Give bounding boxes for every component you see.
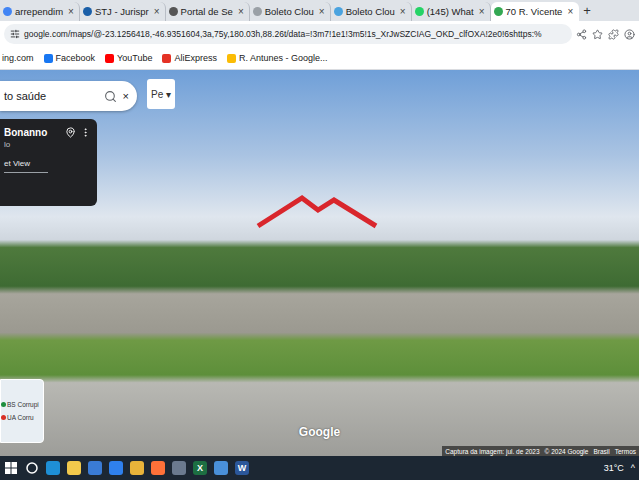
tab-bar: arrependim×STJ - Jurispr×Portal de Se×Bo…	[0, 0, 639, 21]
app-icon[interactable]	[172, 461, 186, 475]
favicon-icon	[3, 7, 12, 16]
star-icon[interactable]	[592, 29, 603, 40]
profile-icon[interactable]	[624, 29, 635, 40]
tab-close-button[interactable]: ×	[477, 6, 487, 17]
browser-tab[interactable]: Portal de Se×	[166, 2, 250, 21]
bookmark-icon	[105, 54, 114, 63]
weather[interactable]: 31°C	[604, 463, 624, 473]
bookmark[interactable]: ing.com	[2, 53, 34, 63]
bookmark[interactable]: Facebook	[44, 53, 96, 63]
explorer-icon[interactable]	[67, 461, 81, 475]
address-bar[interactable]: google.com/maps/@-23.1256418,-46.9351604…	[4, 24, 572, 44]
pin-icon[interactable]	[65, 127, 76, 138]
extensions-icon[interactable]	[608, 29, 619, 40]
clear-button[interactable]: ×	[123, 90, 129, 102]
edge-icon[interactable]	[46, 461, 60, 475]
layers-button[interactable]: Pe▾	[147, 79, 175, 109]
place-title: Bonanno	[4, 127, 61, 138]
favicon-icon	[334, 7, 343, 16]
place-card: Bonanno lo et View	[0, 119, 97, 206]
new-tab-button[interactable]: +	[579, 3, 595, 18]
map-place[interactable]: UA Corru	[1, 414, 43, 421]
tab-close-button[interactable]: ×	[152, 6, 162, 17]
toolbar: google.com/maps/@-23.1256418,-46.9351604…	[0, 21, 639, 47]
search-icon[interactable]	[104, 90, 117, 103]
tab-close-button[interactable]: ×	[66, 6, 76, 17]
excel-icon[interactable]: X	[193, 461, 207, 475]
map-place[interactable]: BS Corrupi	[1, 401, 43, 408]
footer-item[interactable]: Captura da imagem: jul. de 2023	[445, 448, 539, 455]
browser-window: arrependim×STJ - Jurispr×Portal de Se×Bo…	[0, 0, 639, 480]
place-subtitle: lo	[4, 140, 91, 149]
place-pin-icon	[1, 415, 6, 420]
browser-tab[interactable]: Boleto Clou×	[331, 2, 412, 21]
browser-tab[interactable]: Boleto Clou×	[250, 2, 331, 21]
bookmark[interactable]: YouTube	[105, 53, 152, 63]
search-text: to saúde	[4, 90, 98, 102]
favicon-icon	[83, 7, 92, 16]
favicon-icon	[494, 7, 503, 16]
tray-toggle[interactable]: ^	[631, 463, 635, 473]
tab-label: 70 R. Vicente	[506, 6, 563, 17]
url-text: google.com/maps/@-23.1256418,-46.9351604…	[24, 29, 542, 39]
tab-close-button[interactable]: ×	[398, 6, 408, 17]
bookmark[interactable]: AliExpress	[162, 53, 217, 63]
street-view-link[interactable]: et View	[4, 151, 48, 173]
tab-label: (145) What	[427, 6, 474, 17]
bookmarks-bar: ing.com Facebook YouTube AliExpress R. Antun…	[0, 47, 639, 70]
browser-tab[interactable]: (145) What×	[412, 2, 491, 21]
footer-item[interactable]: © 2024 Google	[545, 448, 589, 455]
imagery-footer: Captura da imagem: jul. de 2023 © 2024 Go…	[442, 446, 639, 456]
place-pin-icon	[1, 402, 6, 407]
tab-close-button[interactable]: ×	[565, 6, 575, 17]
bookmark[interactable]: R. Antunes - Google...	[227, 53, 328, 63]
chrome-icon[interactable]	[130, 461, 144, 475]
favicon-icon	[415, 7, 424, 16]
tab-close-button[interactable]: ×	[317, 6, 327, 17]
tab-label: Boleto Clou	[265, 6, 314, 17]
tab-label: STJ - Jurispr	[95, 6, 149, 17]
mini-map[interactable]: BS Corrupi UA Corru	[0, 379, 44, 443]
browser-tab[interactable]: STJ - Jurispr×	[80, 2, 166, 21]
search-icon[interactable]	[25, 461, 39, 475]
tab-close-button[interactable]: ×	[236, 6, 246, 17]
favicon-icon	[253, 7, 262, 16]
footer-item[interactable]: Termos	[615, 448, 636, 455]
street-view[interactable]: to saúde × Pe▾ Bonanno lo et View BS Corrupi UA…	[0, 70, 639, 456]
bookmark-icon	[227, 54, 236, 63]
tab-label: Portal de Se	[181, 6, 233, 17]
favicon-icon	[169, 7, 178, 16]
browser-tab[interactable]: 70 R. Vicente×	[491, 2, 580, 21]
search-box[interactable]: to saúde ×	[0, 81, 137, 111]
browser-tab[interactable]: arrependim×	[0, 2, 80, 21]
footer-item[interactable]: Brasil	[593, 448, 609, 455]
site-settings-icon[interactable]	[10, 29, 20, 39]
tab-label: arrependim	[15, 6, 63, 17]
tab-label: Boleto Clou	[346, 6, 395, 17]
bookmark-icon	[44, 54, 53, 63]
store-icon[interactable]	[88, 461, 102, 475]
word-icon[interactable]: W	[235, 461, 249, 475]
photos-icon[interactable]	[214, 461, 228, 475]
taskbar: X W 31°C ^	[0, 456, 639, 480]
bookmark-icon	[162, 54, 171, 63]
google-watermark: Google	[0, 425, 639, 439]
firefox-icon[interactable]	[151, 461, 165, 475]
mail-icon[interactable]	[109, 461, 123, 475]
share-icon[interactable]	[576, 29, 587, 40]
more-icon[interactable]	[80, 127, 91, 138]
roof-logo-icon	[252, 192, 382, 232]
windows-start-icon[interactable]	[4, 461, 18, 475]
